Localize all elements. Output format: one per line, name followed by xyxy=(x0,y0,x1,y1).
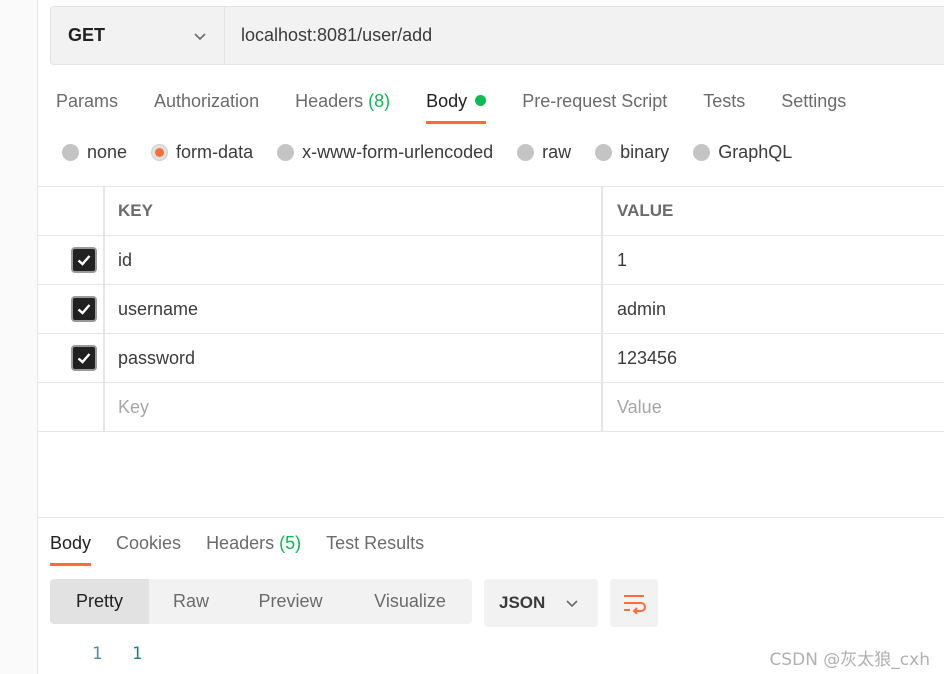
radio-label: none xyxy=(87,142,128,162)
url-bar: GET localhost:8081/user/add xyxy=(50,6,944,65)
watermark: CSDN @灰太狼_cxh xyxy=(769,650,930,670)
chevron-down-icon xyxy=(194,32,206,40)
radio-button-selected[interactable] xyxy=(151,144,169,161)
format-select[interactable]: JSON xyxy=(484,579,598,627)
response-headers-count-badge: (5) xyxy=(279,533,302,553)
radio-label: raw xyxy=(542,142,572,162)
tab-params[interactable]: Params xyxy=(56,84,118,124)
tab-headers[interactable]: Headers (8) xyxy=(295,84,390,124)
radio-label: x-www-form-urlencoded xyxy=(302,142,494,162)
view-preview-button[interactable]: Preview xyxy=(233,579,348,624)
key-column-header: KEY xyxy=(105,187,603,235)
new-key-input[interactable]: Key xyxy=(105,383,603,431)
row-check-cell xyxy=(38,383,105,431)
value-column-header: VALUE xyxy=(617,201,674,220)
response-tab-cookies[interactable]: Cookies xyxy=(116,528,181,566)
response-tab-body[interactable]: Body xyxy=(50,528,92,566)
form-data-table: KEY VALUE id 1 username admin password 1… xyxy=(38,186,944,432)
response-body-value: 1 xyxy=(132,644,143,664)
tab-label: Authorization xyxy=(154,91,260,111)
response-tab-test-results[interactable]: Test Results xyxy=(326,528,424,566)
radio-x-www-form-urlencoded[interactable]: x-www-form-urlencoded xyxy=(277,142,493,163)
format-label: JSON xyxy=(499,593,546,612)
tab-label: Params xyxy=(56,91,119,111)
table-header-row: KEY VALUE xyxy=(38,187,944,236)
radio-button[interactable] xyxy=(595,144,613,161)
check-icon xyxy=(77,255,90,266)
tab-label: Test Results xyxy=(326,533,425,553)
radio-button[interactable] xyxy=(277,144,295,161)
response-code-line: 1 1 xyxy=(92,644,142,664)
check-icon xyxy=(77,304,90,315)
url-input[interactable]: localhost:8081/user/add xyxy=(225,7,944,64)
table-row: password 123456 xyxy=(38,334,944,383)
row-enabled-checkbox[interactable] xyxy=(70,296,97,322)
check-icon xyxy=(77,353,90,364)
key-cell[interactable]: username xyxy=(105,285,603,333)
response-tab-headers[interactable]: Headers (5) xyxy=(206,528,301,566)
tab-authorization[interactable]: Authorization xyxy=(154,84,259,124)
radio-none[interactable]: none xyxy=(62,142,127,163)
row-check-cell xyxy=(38,334,105,382)
radio-graphql[interactable]: GraphQL xyxy=(693,142,792,163)
new-value-input[interactable]: Value xyxy=(603,383,944,431)
tab-label: Body xyxy=(50,533,92,553)
chevron-down-icon xyxy=(566,600,578,608)
header-check-cell xyxy=(38,187,105,235)
row-enabled-checkbox[interactable] xyxy=(70,345,97,371)
tab-label: Headers xyxy=(206,533,275,553)
tab-label: Tests xyxy=(703,91,746,111)
radio-raw[interactable]: raw xyxy=(517,142,571,163)
response-tabs: Body Cookies Headers (5) Test Results xyxy=(50,528,449,566)
tab-body[interactable]: Body xyxy=(426,84,487,124)
radio-label: binary xyxy=(620,142,670,162)
row-check-cell xyxy=(38,285,105,333)
key-cell[interactable]: password xyxy=(105,334,603,382)
table-row-empty: Key Value xyxy=(38,383,944,432)
view-raw-button[interactable]: Raw xyxy=(149,579,233,624)
response-divider xyxy=(38,517,944,518)
radio-label: GraphQL xyxy=(718,142,793,162)
view-mode-group: Pretty Raw Preview Visualize xyxy=(50,579,472,624)
radio-button[interactable] xyxy=(693,144,711,161)
view-visualize-button[interactable]: Visualize xyxy=(348,579,472,624)
row-check-cell xyxy=(38,236,105,284)
tab-label: Pre-request Script xyxy=(522,91,668,111)
request-tabs: Params Authorization Headers (8) Body Pr… xyxy=(56,84,882,126)
radio-label: form-data xyxy=(176,142,254,162)
table-row: id 1 xyxy=(38,236,944,285)
radio-binary[interactable]: binary xyxy=(595,142,669,163)
wrap-lines-icon xyxy=(624,595,646,614)
body-type-radio-group: none form-data x-www-form-urlencoded raw… xyxy=(62,142,816,163)
radio-button[interactable] xyxy=(62,144,79,161)
value-cell[interactable]: 1 xyxy=(603,236,944,284)
key-cell[interactable]: id xyxy=(105,236,603,284)
wrap-lines-button[interactable] xyxy=(610,579,658,627)
tab-tests[interactable]: Tests xyxy=(703,84,745,124)
table-row: username admin xyxy=(38,285,944,334)
tab-label: Settings xyxy=(781,91,847,111)
line-number: 1 xyxy=(92,644,103,664)
value-cell[interactable]: 123456 xyxy=(603,334,944,382)
tab-settings[interactable]: Settings xyxy=(781,84,846,124)
method-select[interactable]: GET xyxy=(51,7,225,64)
tab-label: Body xyxy=(426,91,468,111)
row-enabled-checkbox[interactable] xyxy=(70,247,97,273)
body-active-dot xyxy=(475,95,487,106)
value-cell[interactable]: admin xyxy=(603,285,944,333)
tab-label: Cookies xyxy=(116,533,182,553)
radio-button[interactable] xyxy=(517,144,535,161)
method-label: GET xyxy=(68,25,106,45)
radio-form-data[interactable]: form-data xyxy=(151,142,253,163)
tab-label: Headers xyxy=(295,91,364,111)
headers-count-badge: (8) xyxy=(368,91,391,111)
view-pretty-button[interactable]: Pretty xyxy=(50,579,149,624)
left-sidebar-rail xyxy=(0,0,38,674)
tab-pre-request-script[interactable]: Pre-request Script xyxy=(522,84,667,124)
